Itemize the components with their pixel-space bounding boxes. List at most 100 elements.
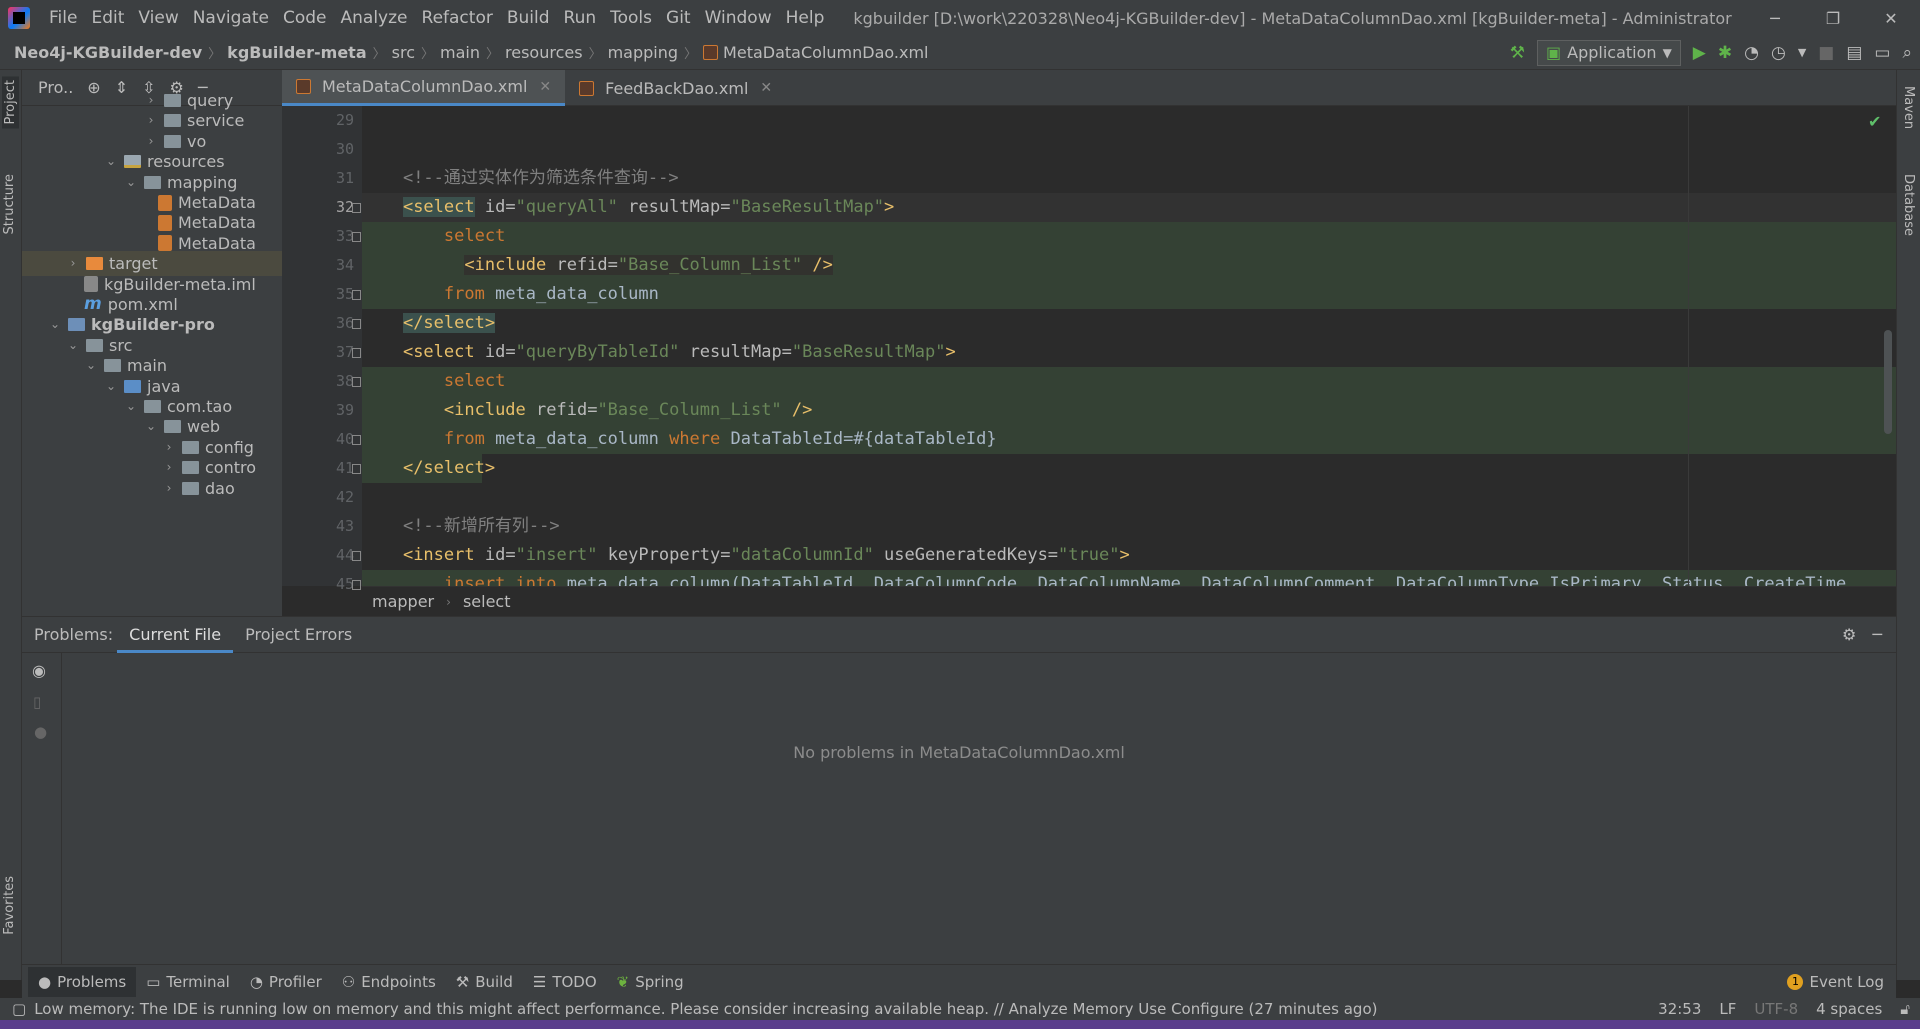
menu-edit[interactable]: Edit (84, 0, 131, 36)
folder-icon (182, 440, 199, 454)
fold-marker-icon[interactable] (352, 348, 361, 358)
breadcrumb-module[interactable]: kgBuilder-meta (227, 43, 366, 62)
tab-current-file[interactable]: Current File (117, 617, 234, 653)
fold-marker-icon[interactable] (352, 551, 361, 561)
minimize-icon[interactable]: ─ (1746, 9, 1804, 28)
tool-profiler[interactable]: ◔ Profiler (240, 967, 332, 997)
breadcrumb-project[interactable]: Neo4j-KGBuilder-dev (14, 43, 202, 62)
fold-marker-icon[interactable] (352, 203, 361, 213)
restore-icon[interactable]: ❐ (1804, 9, 1862, 28)
search-icon[interactable]: ⌕ (1902, 43, 1912, 63)
tool-todo[interactable]: ☰ TODO (523, 967, 607, 997)
database-tool-tab[interactable]: Database (1901, 174, 1916, 236)
chevron-down-icon[interactable]: ⌄ (124, 394, 138, 419)
breadcrumb-src[interactable]: src (392, 43, 415, 62)
inspection-ok-icon[interactable]: ✔ (1868, 112, 1881, 131)
profile-icon[interactable]: ◷ (1771, 43, 1786, 63)
project-panel: Pro.. ⊕ ⇕ ⇳ ⚙ ─ › query › service › vo ⌄ resour… (22, 70, 282, 616)
line-number: 31 (335, 169, 354, 187)
tab-metadatacolumndao[interactable]: MetaDataColumnDao.xml ✕ (282, 70, 566, 106)
file-encoding[interactable]: UTF-8 (1754, 1000, 1798, 1018)
structure-tool-tab[interactable]: Structure (2, 174, 17, 234)
chevron-down-icon[interactable]: ⌄ (144, 414, 158, 439)
caret-position[interactable]: 32:53 (1658, 1000, 1701, 1018)
menu-build[interactable]: Build (500, 0, 557, 36)
chevron-down-icon[interactable]: ⌄ (104, 374, 118, 399)
menu-help[interactable]: Help (779, 0, 832, 36)
breadcrumb-resources[interactable]: resources (505, 43, 583, 62)
project-tool-tab[interactable]: Project (2, 76, 19, 129)
chevron-down-icon[interactable]: ⌄ (104, 149, 118, 174)
menu-run[interactable]: Run (557, 0, 604, 36)
menu-analyze[interactable]: Analyze (334, 0, 415, 36)
hammer-build-icon[interactable]: ⚒ (1510, 43, 1525, 63)
project-structure-icon[interactable]: ▤ (1846, 43, 1862, 63)
menu-tools[interactable]: Tools (603, 0, 659, 36)
maven-tool-tab[interactable]: Maven (1901, 86, 1916, 129)
tool-terminal[interactable]: ▭ Terminal (136, 967, 240, 997)
menu-navigate[interactable]: Navigate (186, 0, 276, 36)
project-view-select[interactable]: Pro.. (38, 78, 73, 97)
tab-feedbackdao[interactable]: FeedBackDao.xml ✕ (565, 70, 786, 106)
breadcrumb-file[interactable]: MetaDataColumnDao.xml (723, 43, 928, 62)
menu-file[interactable]: File (42, 0, 84, 36)
breadcrumb-mapping[interactable]: mapping (608, 43, 678, 62)
eye-icon[interactable]: ◉ (32, 661, 46, 680)
code-editor[interactable]: <!--通过实体作为筛选条件查询--> <select id="queryAll… (362, 106, 1896, 586)
indent-setting[interactable]: 4 spaces (1816, 1000, 1882, 1018)
fold-marker-icon[interactable] (352, 290, 361, 300)
debug-icon[interactable]: ✱ (1718, 43, 1732, 63)
event-log-button[interactable]: 1 Event Log (1787, 973, 1896, 991)
chevron-right-icon[interactable]: › (162, 476, 176, 501)
menu-code[interactable]: Code (276, 0, 334, 36)
more-run-chevron-icon[interactable]: ▼ (1798, 46, 1806, 59)
editor-scrollbar[interactable] (1884, 330, 1892, 434)
tool-spring[interactable]: ❦ Spring (607, 967, 694, 997)
editor-breadcrumb-mapper[interactable]: mapper (372, 592, 434, 611)
tab-project-errors[interactable]: Project Errors (233, 617, 364, 653)
problems-panel: Problems: Current File Project Errors ⚙ … (22, 616, 1896, 965)
chevron-down-icon[interactable]: ⌄ (124, 170, 138, 195)
locate-icon[interactable]: ⊕ (87, 78, 100, 97)
run-icon[interactable]: ▶ (1693, 43, 1706, 63)
tool-build[interactable]: ⚒ Build (446, 967, 523, 997)
close-tab-icon[interactable]: ✕ (760, 80, 772, 96)
tool-problems[interactable]: ● Problems (28, 966, 137, 997)
fold-marker-icon[interactable] (352, 319, 361, 329)
fold-marker-icon[interactable] (352, 232, 361, 242)
tree-item[interactable]: › dao (162, 476, 235, 501)
line-separator[interactable]: LF (1719, 1000, 1736, 1018)
stop-icon[interactable]: ■ (1818, 43, 1834, 63)
fold-marker-icon[interactable] (352, 435, 361, 445)
presentation-icon[interactable]: ▭ (1874, 43, 1890, 63)
expand-all-icon[interactable]: ⇕ (115, 78, 128, 97)
lock-icon[interactable]: 🔓︎ (1900, 1000, 1910, 1018)
status-message[interactable]: Low memory: The IDE is running low on me… (34, 1000, 1377, 1018)
menu-view[interactable]: View (131, 0, 185, 36)
menu-window[interactable]: Window (698, 0, 779, 36)
favorites-tool-tab[interactable]: Favorites (2, 876, 17, 935)
status-toggle-icon[interactable]: ▢ (12, 1000, 26, 1018)
chevron-down-icon[interactable]: ⌄ (66, 333, 80, 358)
editor-breadcrumb-select[interactable]: select (463, 592, 511, 611)
close-tab-icon[interactable]: ✕ (539, 79, 551, 95)
fold-marker-icon[interactable] (352, 377, 361, 387)
line-number: 40 (335, 430, 354, 448)
menu-git[interactable]: Git (659, 0, 698, 36)
chevron-right-icon[interactable]: › (66, 251, 80, 276)
chevron-down-icon[interactable]: ⌄ (84, 353, 98, 378)
menu-refactor[interactable]: Refactor (415, 0, 500, 36)
breadcrumb-main[interactable]: main (440, 43, 480, 62)
chevron-down-icon[interactable]: ⌄ (48, 312, 62, 337)
fold-marker-icon[interactable] (352, 580, 361, 590)
fold-marker-icon[interactable] (352, 464, 361, 474)
close-icon[interactable]: ✕ (1862, 9, 1920, 28)
coverage-icon[interactable]: ◔ (1744, 43, 1759, 63)
gear-icon[interactable]: ⚙ (1842, 625, 1872, 644)
tool-endpoints[interactable]: ⚇ Endpoints (332, 967, 446, 997)
lightbulb-icon[interactable]: ● (34, 723, 47, 741)
preview-icon[interactable]: ▯ (33, 693, 41, 711)
code-line: from meta_data_column where DataTableId=… (362, 425, 1896, 454)
run-configuration-select[interactable]: ▣ Application ▼ (1537, 39, 1681, 66)
hide-icon[interactable]: ─ (1872, 625, 1896, 644)
